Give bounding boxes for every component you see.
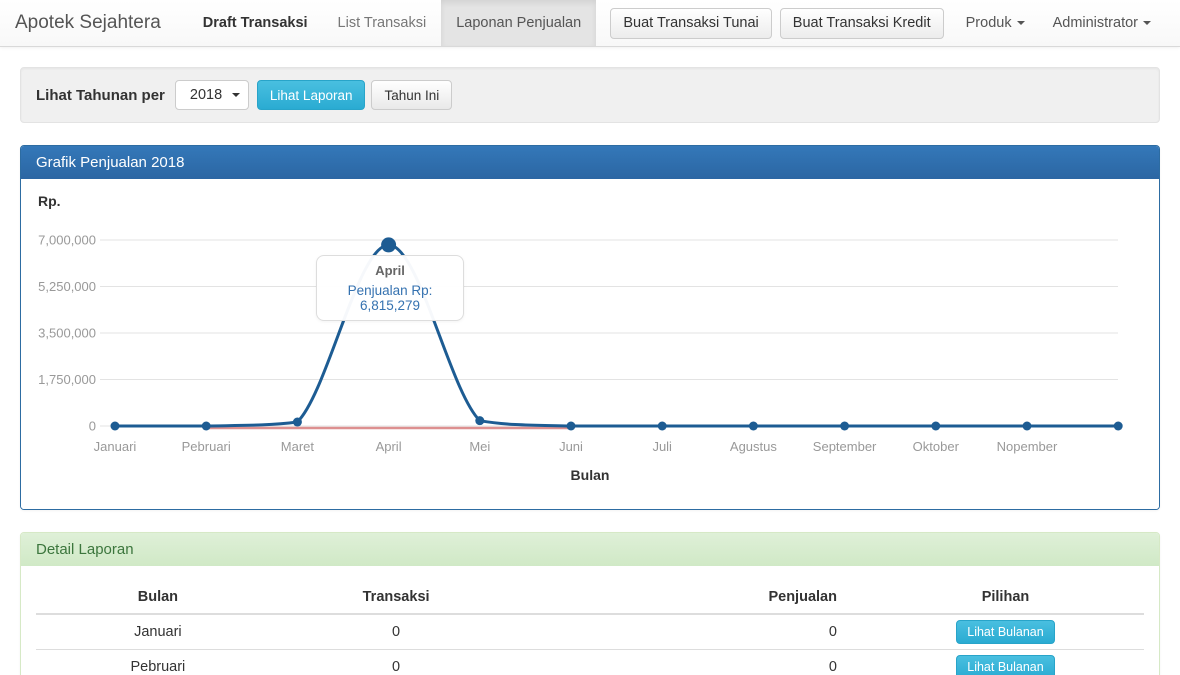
tooltip-month: April <box>323 263 457 278</box>
detail-table-wrapper: Bulan Transaksi Penjualan Pilihan Januar… <box>21 566 1159 675</box>
nav-item-draft-transaksi[interactable]: Draft Transaksi <box>188 0 323 46</box>
header-transaksi: Transaksi <box>280 581 513 614</box>
year-filter-bar: Lihat Tahunan per 2018 Lihat Laporan Tah… <box>20 67 1160 123</box>
svg-text:Agustus: Agustus <box>730 439 777 454</box>
svg-text:April: April <box>376 439 402 454</box>
year-select[interactable]: 2018 <box>175 80 249 110</box>
lihat-bulanan-button[interactable]: Lihat Bulanan <box>956 620 1054 644</box>
svg-text:Januari: Januari <box>94 439 137 454</box>
cell-transaksi: 0 <box>280 650 513 675</box>
header-bulan: Bulan <box>36 581 280 614</box>
header-pilihan: Pilihan <box>867 581 1144 614</box>
nav-item-laporan-penjualan[interactable]: Laponan Penjualan <box>441 0 596 46</box>
cell-penjualan: 0 <box>512 614 867 650</box>
year-filter-label: Lihat Tahunan per <box>36 87 165 104</box>
cell-penjualan: 0 <box>512 650 867 675</box>
administrator-dropdown[interactable]: Administrator <box>1039 15 1165 31</box>
produk-dropdown[interactable]: Produk <box>952 15 1039 31</box>
lihat-bulanan-button[interactable]: Lihat Bulanan <box>956 655 1054 675</box>
svg-text:1,750,000: 1,750,000 <box>38 372 96 387</box>
chart-panel-title: Grafik Penjualan 2018 <box>21 146 1159 179</box>
table-header-row: Bulan Transaksi Penjualan Pilihan <box>36 581 1144 614</box>
svg-text:3,500,000: 3,500,000 <box>38 326 96 341</box>
svg-text:5,250,000: 5,250,000 <box>38 279 96 294</box>
navbar: Apotek Sejahtera Draft Transaksi List Tr… <box>0 0 1180 47</box>
nav-item-list-transaksi[interactable]: List Transaksi <box>323 0 442 46</box>
buat-transaksi-tunai-button[interactable]: Buat Transaksi Tunai <box>610 8 771 39</box>
svg-text:Pebruari: Pebruari <box>182 439 231 454</box>
main-content: Lihat Tahunan per 2018 Lihat Laporan Tah… <box>0 47 1180 675</box>
header-penjualan: Penjualan <box>512 581 867 614</box>
chevron-down-icon <box>1017 21 1025 25</box>
lihat-laporan-button[interactable]: Lihat Laporan <box>257 80 366 110</box>
app-brand[interactable]: Apotek Sejahtera <box>0 0 176 46</box>
cell-transaksi: 0 <box>280 614 513 650</box>
svg-text:Maret: Maret <box>281 439 315 454</box>
monthly-report-table: Bulan Transaksi Penjualan Pilihan Januar… <box>36 581 1144 675</box>
svg-text:Mei: Mei <box>469 439 490 454</box>
cell-bulan: Pebruari <box>36 650 280 675</box>
line-chart-canvas[interactable]: 0 1,750,000 3,500,000 5,250,000 7,000,000 Jan… <box>21 179 1159 461</box>
chart-tooltip: April Penjualan Rp: 6,815,279 <box>316 255 464 321</box>
chevron-down-icon <box>1143 21 1151 25</box>
svg-text:September: September <box>813 439 877 454</box>
x-axis-title: Bulan <box>21 467 1159 483</box>
produk-dropdown-label: Produk <box>966 15 1012 31</box>
select-arrow-icon <box>232 93 240 97</box>
svg-text:Nopember: Nopember <box>997 439 1058 454</box>
svg-text:Juni: Juni <box>559 439 583 454</box>
table-row: Januari 0 0 Lihat Bulanan <box>36 614 1144 650</box>
year-select-value: 2018 <box>190 87 222 103</box>
detail-laporan-panel: Detail Laporan Bulan Transaksi Penjualan… <box>20 532 1160 675</box>
svg-text:0: 0 <box>89 419 96 434</box>
table-row: Pebruari 0 0 Lihat Bulanan <box>36 650 1144 675</box>
detail-panel-title: Detail Laporan <box>21 533 1159 566</box>
sales-chart-panel: Grafik Penjualan 2018 Rp. 01,750,0003,50… <box>20 145 1160 510</box>
svg-text:Juli: Juli <box>652 439 672 454</box>
cell-bulan: Januari <box>36 614 280 650</box>
tahun-ini-button[interactable]: Tahun Ini <box>371 80 452 110</box>
sales-chart[interactable]: Rp. 01,750,0003,500,0005,250,0007,000,00… <box>21 179 1159 509</box>
navbar-right: Buat Transaksi Tunai Buat Transaksi Kred… <box>610 0 1180 46</box>
buat-transaksi-kredit-button[interactable]: Buat Transaksi Kredit <box>780 8 944 39</box>
tooltip-value: Penjualan Rp: 6,815,279 <box>323 283 457 313</box>
svg-text:Oktober: Oktober <box>913 439 960 454</box>
svg-text:7,000,000: 7,000,000 <box>38 233 96 248</box>
administrator-dropdown-label: Administrator <box>1053 15 1138 31</box>
